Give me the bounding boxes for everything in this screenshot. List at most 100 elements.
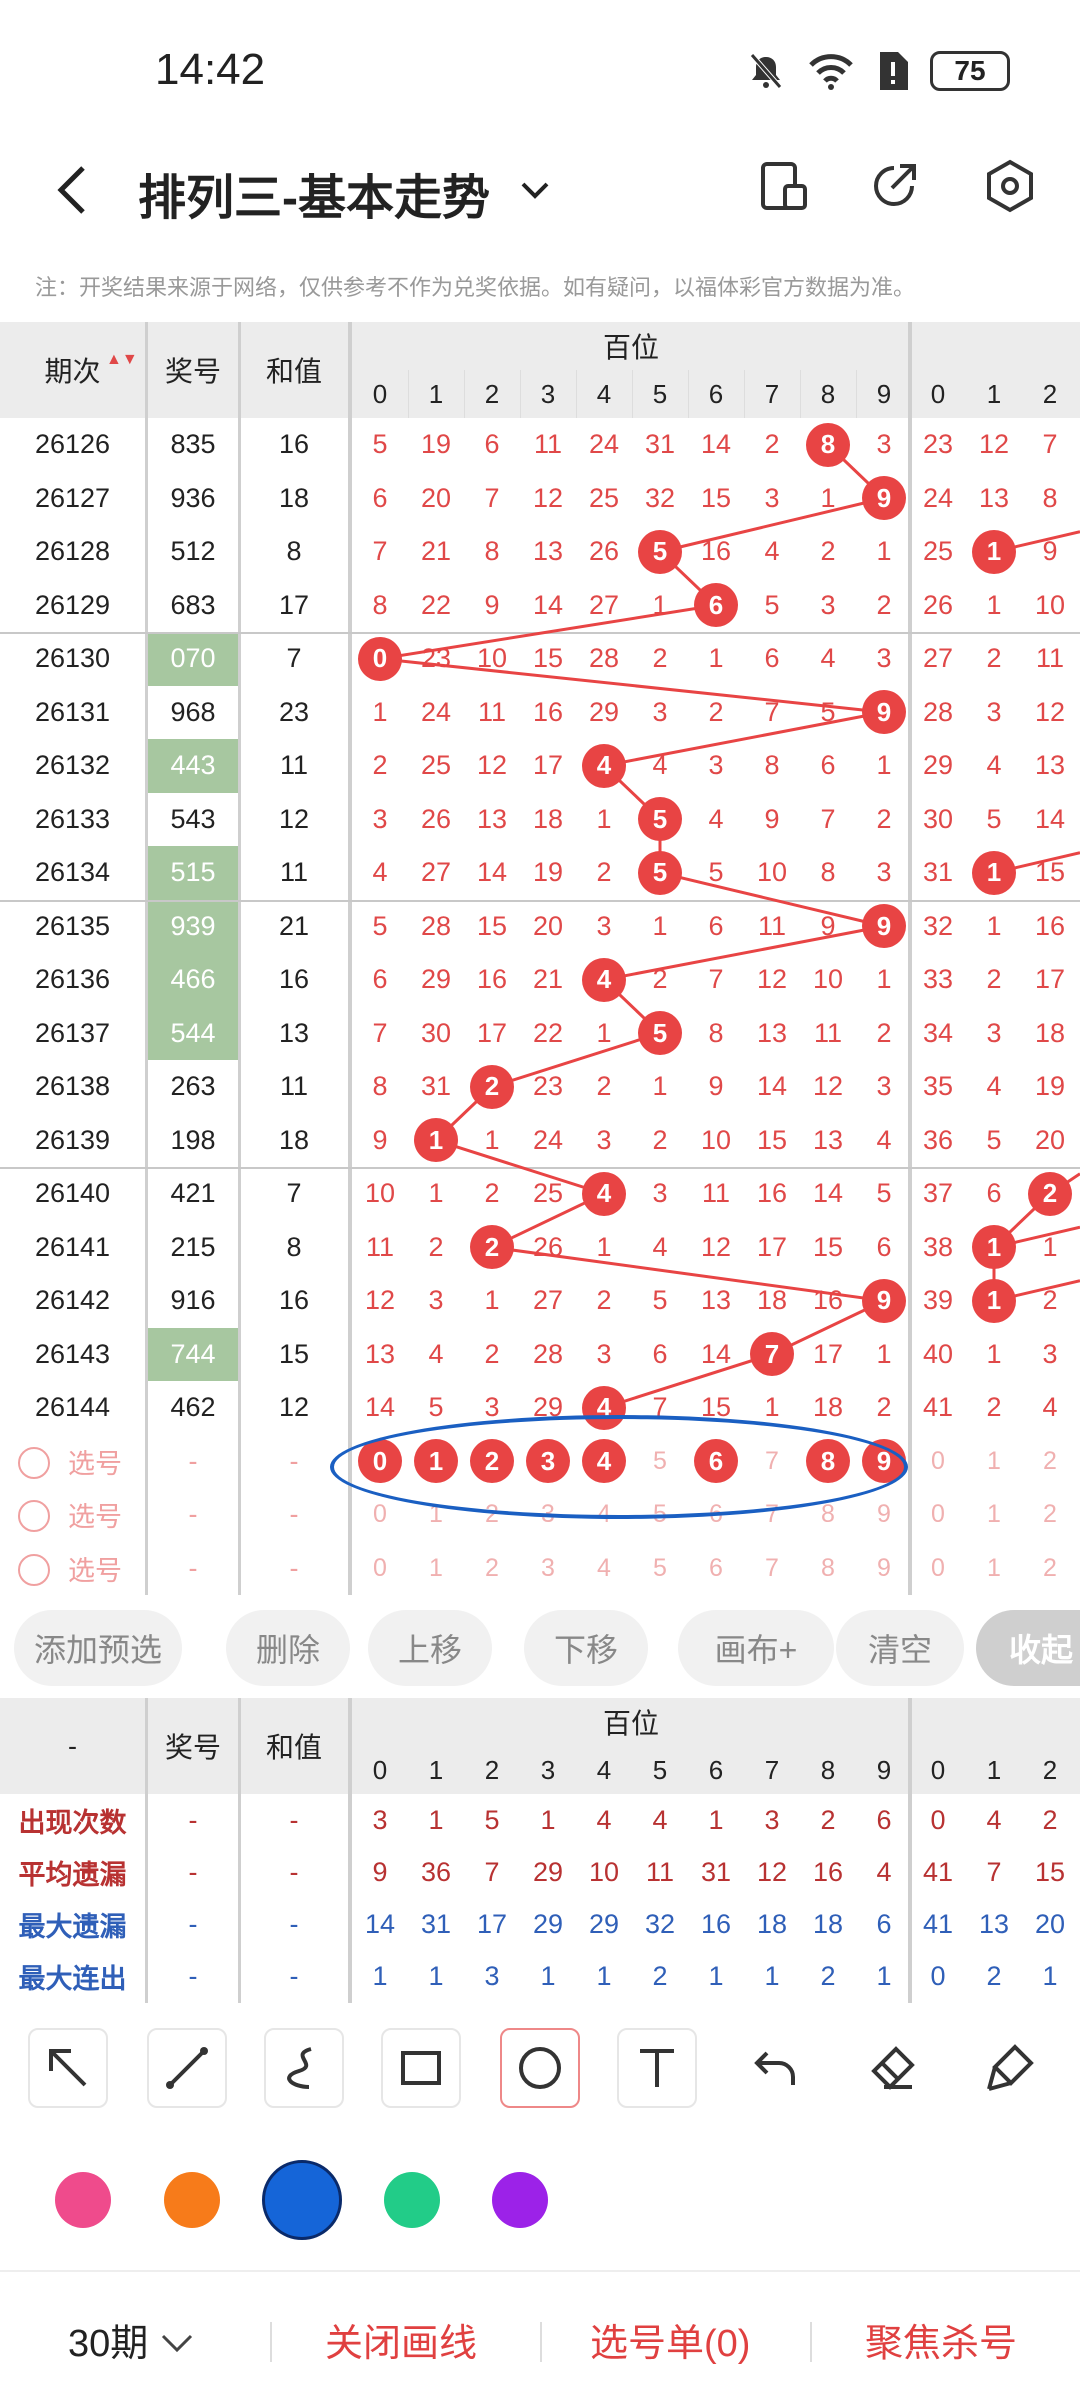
chevron-down-icon	[161, 2334, 192, 2353]
action-button[interactable]: 画布+	[678, 1610, 834, 1686]
stats-next-value: 1	[1042, 1960, 1058, 1991]
action-button[interactable]: 添加预选	[14, 1610, 182, 1686]
select-row-dash: -	[289, 1552, 299, 1583]
close-lines-button[interactable]: 关闭画线	[325, 2312, 477, 2367]
stats-value: 1	[372, 1960, 388, 1991]
stats-header-digit: 1	[428, 1754, 444, 1785]
focus-kill-button[interactable]: 聚焦杀号	[865, 2312, 1017, 2367]
select-digit[interactable]: 0	[352, 1542, 408, 1596]
circle-icon	[519, 2047, 561, 2089]
disclaimer-note: 注：开奖结果来源于网络，仅供参考不作为兑奖依据。如有疑问，以福体彩官方数据为准。	[35, 275, 916, 300]
mute-bell-icon	[750, 53, 782, 89]
stats-header-next-digit: 2	[1042, 1754, 1058, 1785]
stats-row-award: -	[188, 1960, 198, 1991]
stats-value: 29	[588, 1908, 620, 1939]
selection-list-button[interactable]: 选号单(0)	[590, 2312, 750, 2367]
stats-value: 1	[708, 1960, 724, 1991]
stats-value: 29	[532, 1856, 564, 1887]
undo-tool[interactable]	[736, 2028, 816, 2108]
stats-next-value: 4	[986, 1804, 1002, 1835]
text-tool[interactable]	[617, 2028, 697, 2108]
stats-value: 1	[540, 1804, 556, 1835]
select-next-digit[interactable]: 2	[1022, 1435, 1078, 1489]
select-row-dash: -	[188, 1445, 198, 1476]
stats-header-digit: 0	[372, 1754, 388, 1785]
hit-ball: 4	[582, 743, 626, 788]
back-arrow-icon[interactable]	[45, 160, 105, 220]
action-button[interactable]: 上移	[368, 1610, 492, 1686]
hit-ball: 9	[862, 904, 906, 949]
select-digit[interactable]: 5	[632, 1542, 688, 1596]
stats-header-digit: 7	[764, 1754, 780, 1785]
period-label: 30期	[68, 2323, 149, 2365]
select-digit[interactable]: 1	[408, 1542, 464, 1596]
stats-header-group: 百位	[602, 1708, 659, 1739]
select-next-digit[interactable]: 0	[910, 1435, 966, 1489]
action-button[interactable]: 收起	[976, 1610, 1080, 1686]
stats-value: 16	[700, 1908, 732, 1939]
select-digit[interactable]: 9	[856, 1542, 912, 1596]
stats-header-sum: 和值	[265, 1732, 322, 1763]
select-next-digit[interactable]: 1	[966, 1488, 1022, 1542]
eraser-tool[interactable]	[853, 2028, 933, 2108]
trend-line-overlay	[379, 443, 1080, 1410]
select-radio[interactable]	[18, 1500, 50, 1532]
period-selector[interactable]: 30期	[68, 2312, 195, 2367]
select-digit[interactable]: 3	[520, 1542, 576, 1596]
select-digit[interactable]: 9	[856, 1488, 912, 1542]
stats-row-label: 最大连出	[18, 1963, 127, 1994]
stats-value: 6	[876, 1804, 892, 1835]
stats-value: 36	[420, 1856, 452, 1887]
rectangle-tool[interactable]	[381, 2028, 461, 2108]
stats-next-value: 0	[930, 1960, 946, 1991]
share-icon[interactable]	[866, 158, 922, 214]
trend-chart: 期次 ▲▼ 奖号 和值 百位 0 1 2 3 4 5 6 7 8 9 0 1 2 26126 835 16 5 19 6 11 2…	[0, 322, 1080, 1595]
select-digit[interactable]: 6	[688, 1542, 744, 1596]
eraser-icon	[871, 2046, 915, 2090]
stats-value: 29	[532, 1908, 564, 1939]
stats-row-sum: -	[289, 1804, 299, 1835]
select-radio[interactable]	[18, 1553, 50, 1586]
select-digit[interactable]: 7	[744, 1542, 800, 1596]
settings-icon[interactable]	[982, 158, 1038, 214]
select-next-digit[interactable]: 0	[910, 1542, 966, 1596]
page-title[interactable]: 排列三-基本走势	[138, 158, 490, 228]
curve-tool[interactable]	[264, 2028, 344, 2108]
action-button[interactable]: 下移	[524, 1610, 648, 1686]
select-next-digit[interactable]: 0	[910, 1488, 966, 1542]
chevron-down-icon[interactable]	[515, 170, 555, 210]
stats-row-sum: -	[289, 1908, 299, 1939]
hit-ball: 1	[414, 1118, 458, 1163]
stats-value: 1	[596, 1960, 612, 1991]
circle-tool[interactable]	[500, 2028, 580, 2108]
color-palette	[0, 2150, 1080, 2250]
color-swatch[interactable]	[262, 2160, 342, 2240]
stats-next-value: 2	[1042, 1804, 1058, 1835]
select-next-digit[interactable]: 1	[966, 1435, 1022, 1489]
select-next-digit[interactable]: 2	[1022, 1488, 1078, 1542]
color-swatch[interactable]	[492, 2172, 548, 2228]
select-next-digit[interactable]: 2	[1022, 1542, 1078, 1596]
drawn-ellipse-annotation[interactable]	[330, 1414, 908, 1519]
select-radio[interactable]	[18, 1446, 50, 1479]
select-digit[interactable]: 8	[800, 1542, 856, 1596]
stats-value: 1	[876, 1960, 892, 1991]
select-digit[interactable]: 4	[576, 1542, 632, 1596]
arrow-tool[interactable]	[28, 2028, 108, 2108]
stats-header-digit: 5	[652, 1754, 668, 1785]
color-swatch[interactable]	[384, 2172, 440, 2228]
hit-ball: 2	[470, 1225, 514, 1270]
action-button[interactable]: 删除	[226, 1610, 350, 1686]
line-tool[interactable]	[147, 2028, 227, 2108]
clear-brush-tool[interactable]	[970, 2028, 1050, 2108]
hit-ball: 6	[694, 583, 738, 628]
color-swatch[interactable]	[55, 2172, 111, 2228]
battery-indicator: 75	[930, 51, 1010, 91]
color-swatch[interactable]	[164, 2172, 220, 2228]
stats-row-award: -	[188, 1908, 198, 1939]
layout-toggle-icon[interactable]	[755, 158, 811, 214]
action-button[interactable]: 清空	[836, 1610, 964, 1686]
select-next-digit[interactable]: 1	[966, 1542, 1022, 1596]
undo-icon	[754, 2051, 795, 2085]
select-digit[interactable]: 2	[464, 1542, 520, 1596]
